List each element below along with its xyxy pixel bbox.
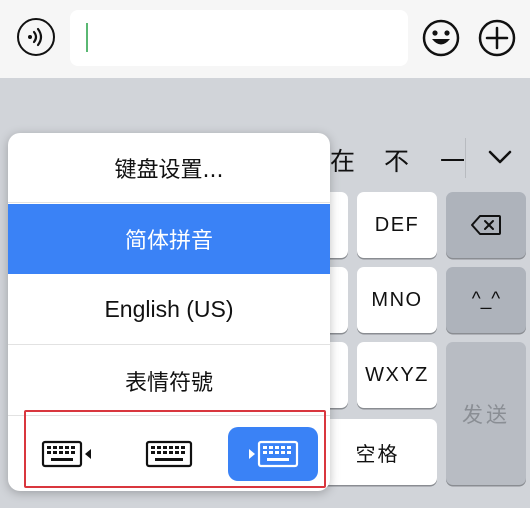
backspace-icon — [471, 215, 501, 235]
menu-item-keyboard-settings[interactable]: 键盘设置... — [8, 133, 330, 203]
smiley-icon[interactable] — [422, 19, 460, 57]
candidate-word[interactable]: 不 — [384, 142, 409, 178]
candidate-divider — [465, 138, 466, 178]
key-wxyz[interactable]: WXYZ — [357, 342, 437, 408]
delete-key[interactable] — [446, 192, 526, 258]
chevron-down-icon[interactable] — [486, 148, 514, 166]
message-input[interactable] — [70, 10, 408, 66]
voice-input-icon — [28, 27, 43, 47]
menu-item-english-us[interactable]: English (US) — [8, 275, 330, 345]
candidate-word[interactable]: 在 — [330, 142, 355, 178]
emoticon-key[interactable]: ^_^ — [446, 267, 526, 333]
highlight-annotation-box — [24, 410, 326, 488]
space-key[interactable]: 空格 — [318, 419, 437, 485]
key-def[interactable]: DEF — [357, 192, 437, 258]
text-caret — [86, 23, 88, 52]
menu-item-simplified-pinyin[interactable]: 简体拼音 — [8, 204, 330, 274]
candidate-word[interactable]: 一 — [440, 142, 465, 178]
voice-input-button[interactable] — [17, 18, 55, 56]
key-mno[interactable]: MNO — [357, 267, 437, 333]
menu-item-emoji[interactable]: 表情符號 — [8, 346, 330, 416]
send-key[interactable]: 发送 — [446, 342, 526, 485]
plus-circle-icon[interactable] — [478, 19, 516, 57]
input-bar — [0, 0, 530, 78]
